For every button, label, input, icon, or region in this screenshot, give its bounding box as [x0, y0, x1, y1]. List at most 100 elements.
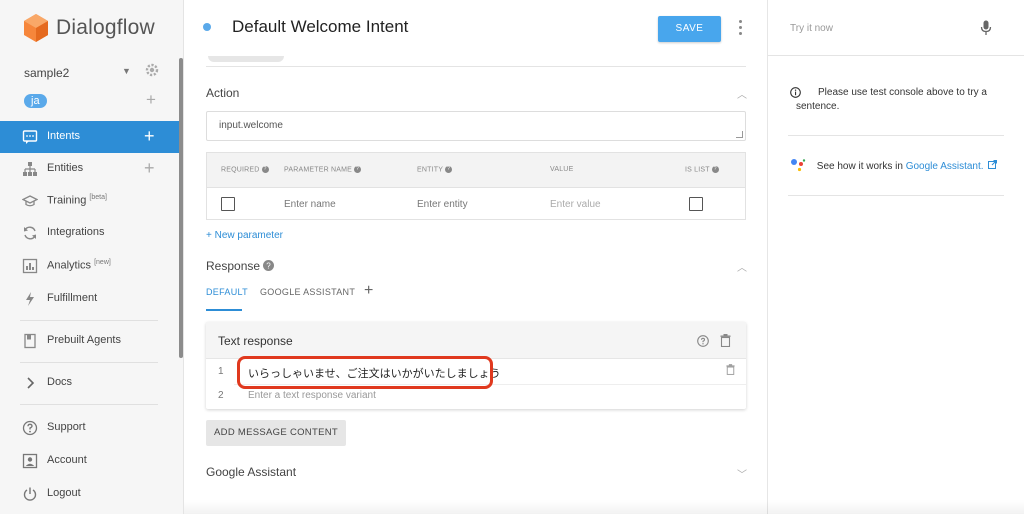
sidebar-item-fulfillment[interactable]: Fulfillment — [0, 283, 180, 315]
row-number: 2 — [218, 390, 224, 401]
column-header-entity: ENTITY? — [417, 166, 453, 173]
status-dot — [203, 23, 211, 31]
trash-icon[interactable] — [720, 334, 731, 347]
row-number: 1 — [218, 366, 224, 377]
sidebar-scrollbar[interactable] — [179, 58, 183, 358]
add-tab-icon[interactable]: + — [364, 282, 373, 300]
sidebar-item-account[interactable]: Account — [0, 445, 180, 477]
sidebar-divider — [20, 362, 158, 363]
sidebar-divider — [20, 404, 158, 405]
expand-icon[interactable]: ﹀ — [737, 466, 747, 481]
add-language-icon[interactable]: + — [146, 91, 156, 109]
response-section-title[interactable]: Response ? — [206, 259, 275, 273]
try-it-now-bar[interactable]: Try it now — [768, 0, 1024, 56]
dialogflow-logo-icon — [24, 14, 48, 42]
dialogflow-console: Dialogflow sample2 ▼ ja + Intents + Enti… — [0, 0, 1024, 514]
help-icon: ? — [711, 166, 719, 173]
parameter-name-input[interactable]: Enter name — [284, 199, 336, 210]
see-how-text: See how it works in — [816, 161, 906, 172]
action-input[interactable]: input.welcome — [206, 111, 746, 141]
more-options-icon[interactable] — [737, 20, 743, 36]
sidebar-item-label: Account — [47, 454, 87, 466]
add-message-content-button[interactable]: ADD MESSAGE CONTENT — [206, 420, 346, 446]
google-assistant-link[interactable]: Google Assistant. — [906, 161, 984, 172]
sidebar-item-integrations[interactable]: Integrations — [0, 217, 180, 249]
info-text: Please use test console above to try a s… — [796, 87, 987, 112]
new-tag: [new] — [94, 259, 111, 266]
text-response-variant-input[interactable]: Enter a text response variant — [248, 390, 376, 401]
text-response-card: Text response 1 いらっしゃいませ、ご注文はいかがいたしましょう … — [206, 322, 746, 409]
add-entity-icon[interactable]: + — [144, 158, 155, 178]
sidebar-item-label: Support — [47, 421, 86, 433]
is-list-checkbox[interactable] — [689, 197, 703, 211]
help-icon[interactable] — [697, 335, 709, 347]
sidebar-item-training[interactable]: Training [beta] — [0, 185, 180, 217]
language-chip[interactable]: ja — [24, 94, 47, 108]
external-link-icon[interactable] — [988, 160, 998, 169]
collapse-icon[interactable]: ︿ — [737, 86, 747, 101]
collapse-icon[interactable]: ︿ — [737, 259, 747, 274]
lightning-icon — [26, 292, 34, 306]
microphone-icon[interactable] — [980, 20, 992, 36]
google-assistant-section-title[interactable]: Google Assistant — [206, 465, 296, 479]
new-parameter-link[interactable]: + New parameter — [206, 230, 283, 241]
active-tab-indicator — [206, 309, 242, 311]
action-value: input.welcome — [219, 120, 283, 131]
test-console-panel: Try it now Please use test console above… — [768, 0, 1024, 514]
tab-google-assistant[interactable]: GOOGLE ASSISTANT — [260, 287, 355, 297]
card-header: Text response — [206, 322, 746, 359]
brand-name: Dialogflow — [56, 16, 155, 39]
trash-icon[interactable] — [726, 364, 735, 375]
sidebar-item-intents[interactable]: Intents + — [0, 121, 180, 153]
sync-icon — [24, 226, 36, 240]
divider — [788, 135, 1004, 136]
caret-down-icon[interactable]: ▼ — [122, 66, 131, 76]
try-it-now-input[interactable]: Try it now — [790, 23, 833, 34]
parameters-table: REQUIRED? PARAMETER NAME? ENTITY? VALUE … — [206, 152, 746, 220]
card-title: Text response — [218, 334, 293, 348]
graduation-cap-icon — [22, 195, 38, 207]
intent-editor: Default Welcome Intent SAVE Action ︿ inp… — [184, 0, 768, 514]
hierarchy-icon — [23, 162, 37, 176]
bar-chart-icon — [22, 258, 38, 274]
tab-default[interactable]: DEFAULT — [206, 287, 248, 297]
sidebar-item-prebuilt-agents[interactable]: Prebuilt Agents — [0, 325, 180, 357]
sidebar-item-label: Integrations — [47, 226, 105, 238]
column-header-is-list: IS LIST? — [685, 166, 719, 173]
required-checkbox[interactable] — [221, 197, 235, 211]
info-icon — [790, 87, 801, 98]
sidebar-item-label: Training [beta] — [47, 194, 107, 207]
sidebar-item-support[interactable]: Support — [0, 412, 180, 444]
sidebar-item-analytics[interactable]: Analytics [new] — [0, 250, 180, 282]
power-icon — [23, 487, 37, 501]
info-message: Please use test console above to try a s… — [790, 86, 1004, 114]
book-icon — [24, 333, 36, 349]
help-icon[interactable]: ? — [263, 260, 275, 271]
agent-name: sample2 — [24, 66, 70, 80]
help-icon: ? — [445, 166, 453, 173]
column-header-required: REQUIRED? — [221, 166, 269, 173]
logo[interactable]: Dialogflow — [24, 14, 155, 42]
sidebar-item-label: Entities — [47, 162, 84, 174]
row-divider — [234, 384, 746, 385]
entity-input[interactable]: Enter entity — [417, 199, 468, 210]
sidebar-item-docs[interactable]: Docs — [0, 367, 180, 399]
bottom-shadow — [184, 500, 1024, 514]
sidebar-item-label: Docs — [47, 376, 73, 388]
see-how-it-works-row: See how it works in Google Assistant. — [790, 158, 1010, 172]
gear-icon[interactable] — [144, 62, 160, 78]
action-section-title[interactable]: Action — [206, 86, 239, 100]
save-button[interactable]: SAVE — [658, 16, 721, 42]
help-icon: ? — [354, 166, 362, 173]
intent-header: Default Welcome Intent SAVE — [184, 0, 768, 56]
response-tabs: DEFAULT GOOGLE ASSISTANT + — [206, 282, 406, 312]
sidebar-item-logout[interactable]: Logout — [0, 478, 180, 510]
add-intent-icon[interactable]: + — [144, 126, 155, 146]
question-circle-icon — [22, 420, 38, 436]
sidebar-item-entities[interactable]: Entities + — [0, 153, 180, 185]
agent-selector[interactable]: sample2 ▼ — [24, 62, 164, 82]
value-input[interactable]: Enter value — [550, 199, 601, 210]
text-response-input[interactable]: いらっしゃいませ、ご注文はいかがいたしましょう — [248, 365, 501, 381]
intent-title[interactable]: Default Welcome Intent — [232, 17, 408, 37]
resize-handle[interactable] — [736, 131, 743, 138]
